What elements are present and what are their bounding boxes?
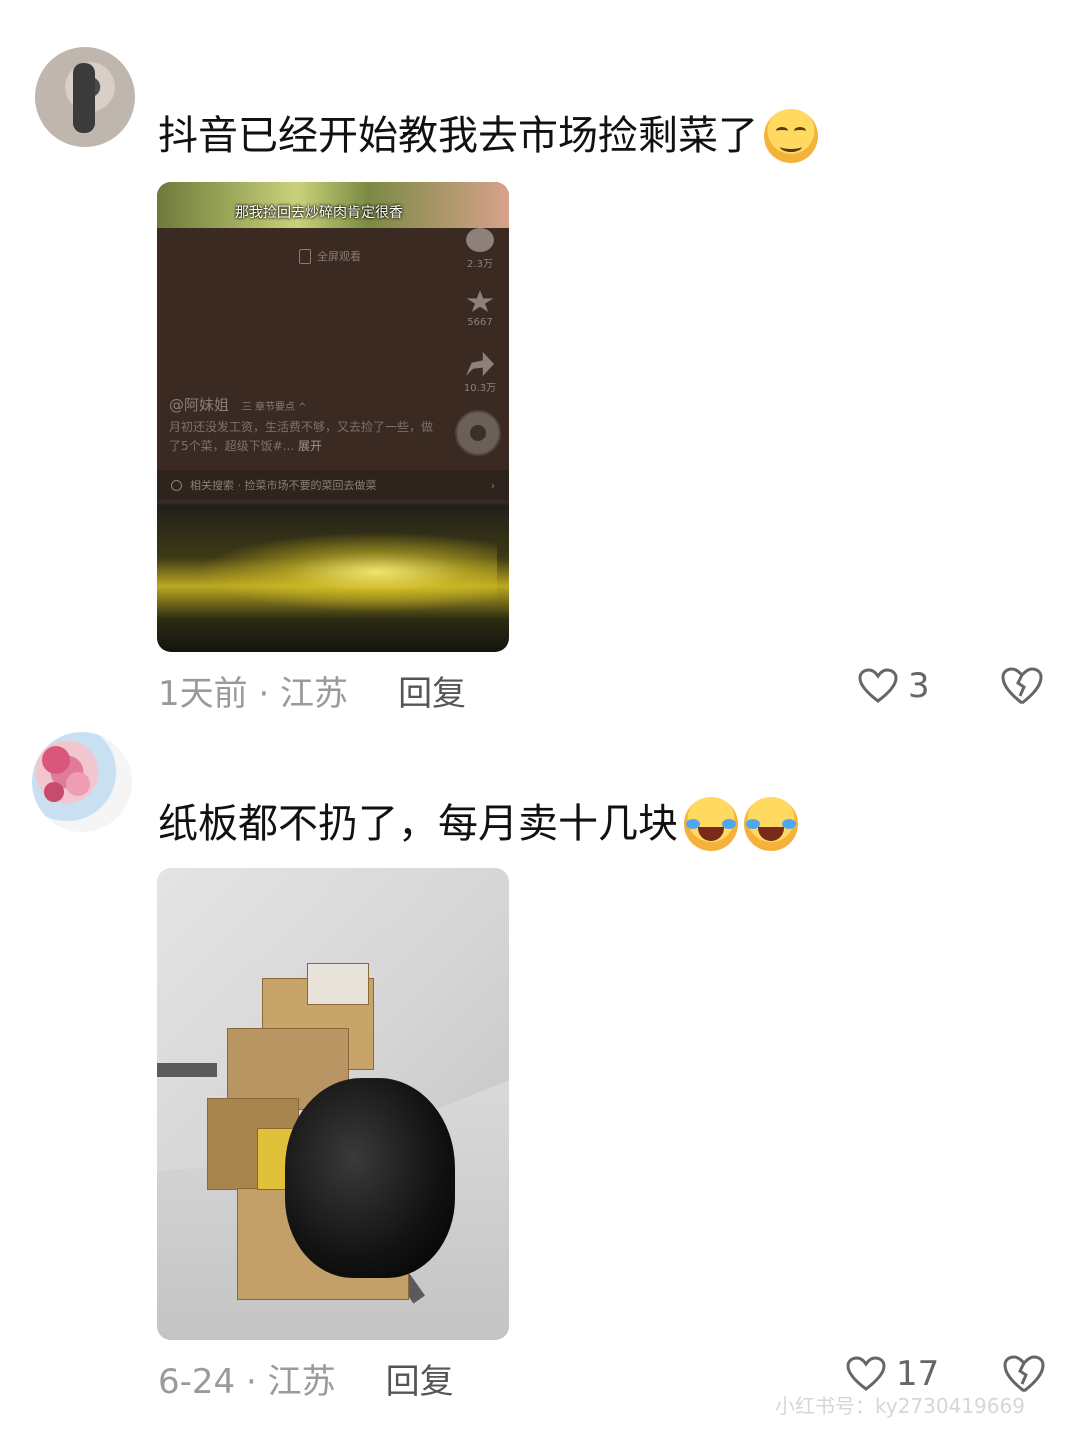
related-search-text: 相关搜索 · 捡菜市场不要的菜回去做菜 [190,479,377,492]
heart-icon [846,1356,886,1392]
dislike-broken-heart-icon[interactable] [1002,1354,1046,1394]
video-author: @阿妹姐 三 章节要点 ^ [169,394,307,415]
watermark: 小红书号：ky2730419669 [775,1394,1025,1418]
baseboard [157,1063,217,1077]
street-light-glow [197,532,497,612]
video-description: 月初还没发工资，生活费不够，又去捡了一些，做了5个菜，超级下饭#... 展开 [169,418,439,456]
comment-time-location: 6-24 · 江苏 [158,1362,336,1402]
like-button[interactable]: 17 [846,1354,939,1394]
comment-icon [466,228,494,252]
comment-text: 纸板都不扔了，每月卖十几块 [158,796,798,852]
chapter-tag: 三 章节要点 ^ [241,402,307,413]
share-count: 10.3万 [463,383,497,394]
reply-button[interactable]: 回复 [386,1354,454,1403]
comment-meta: 6-24 · 江苏 回复 [158,1354,454,1403]
comment-text-label: 纸板都不扔了，每月卖十几块 [158,801,678,847]
music-disc-icon[interactable] [455,410,501,456]
avatar[interactable] [35,47,135,147]
comment-count: 2.3万 [467,259,493,270]
dislike-broken-heart-icon[interactable] [1000,666,1044,706]
fullscreen-label: 全屏观看 [317,250,361,263]
fullscreen-button[interactable]: 全屏观看 [299,248,361,264]
cardboard-box [307,963,369,1005]
favorite-count-button[interactable]: 5667 [463,290,497,328]
expand-link[interactable]: 展开 [298,439,322,453]
favorite-count: 5667 [467,317,493,328]
comment-text: 抖音已经开始教我去市场捡剩菜了 [158,108,818,164]
like-count: 3 [908,666,930,706]
like-count: 17 [896,1354,940,1394]
avatar[interactable] [32,732,132,832]
black-trash-bag [285,1078,455,1278]
tears-of-joy-emoji [684,797,738,851]
tears-of-joy-emoji [744,797,798,851]
comment-time-location: 1天前 · 江苏 [158,674,349,714]
comment-image[interactable] [157,868,509,1340]
reply-button[interactable]: 回复 [398,666,466,715]
heart-icon [858,668,898,704]
star-icon [466,290,494,312]
fullscreen-icon [299,248,311,264]
comment-count-button[interactable]: 2.3万 [463,228,497,270]
like-button[interactable]: 3 [858,666,930,706]
comment-image[interactable]: 那我捡回去炒碎肉肯定很香 全屏观看 2.3万 5667 10.3万 @阿妹姐 三… [157,182,509,652]
comment-meta: 1天前 · 江苏 回复 [158,666,466,715]
chevron-right-icon: › [490,478,495,492]
search-icon [171,479,182,491]
video-author-name: @阿妹姐 [169,396,230,414]
smug-face-emoji [764,109,818,163]
share-count-button[interactable]: 10.3万 [463,352,497,394]
related-search-bar[interactable]: 相关搜索 · 捡菜市场不要的菜回去做菜 › [157,470,509,500]
comment-text-label: 抖音已经开始教我去市场捡剩菜了 [158,113,758,159]
share-icon [466,352,494,376]
video-caption: 那我捡回去炒碎肉肯定很香 [235,205,403,221]
